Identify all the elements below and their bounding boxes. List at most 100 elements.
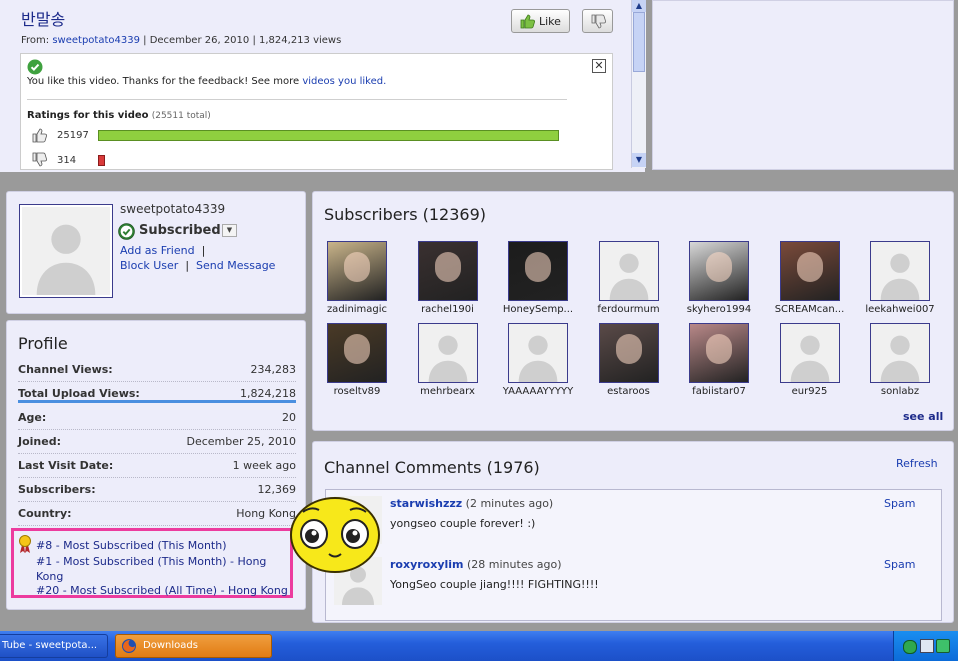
- subscriber-avatar[interactable]: [417, 323, 478, 383]
- comment-item: starwishzzz (2 minutes ago) yongseo coup…: [326, 490, 941, 550]
- add-friend-link[interactable]: Add as Friend: [120, 244, 195, 257]
- feedback-text: You like this video. Thanks for the feed…: [27, 76, 387, 87]
- subscriber-name-link[interactable]: eur925: [770, 386, 850, 397]
- subscriber-avatar[interactable]: [327, 241, 387, 301]
- subscriber-name-link[interactable]: SCREAMcan...: [770, 304, 850, 315]
- spam-link[interactable]: Spam: [884, 558, 915, 571]
- tray-green-icon[interactable]: [903, 640, 917, 654]
- channel-avatar[interactable]: [19, 204, 113, 298]
- subscriber-name-link[interactable]: zadinimagic: [317, 304, 397, 315]
- subscribed-label: Subscribed: [139, 223, 221, 238]
- tray-network-icon[interactable]: [920, 639, 934, 653]
- subscriber-name-link[interactable]: ferdourmum: [589, 304, 669, 315]
- check-icon: [27, 59, 43, 75]
- subscriber-name-link[interactable]: roseltv89: [317, 386, 397, 397]
- profile-row-value: 1 week ago: [232, 459, 296, 472]
- subscriber-name-link[interactable]: HoneySemp...: [498, 304, 578, 315]
- cute-face-sticker-icon: [290, 497, 380, 573]
- profile-row-value: 234,283: [250, 363, 297, 376]
- taskbar-item-youtube[interactable]: Tube - sweetpota...: [0, 634, 108, 658]
- profile-row-key: Subscribers:: [18, 483, 96, 496]
- profile-row-value: 20: [282, 411, 296, 424]
- right-top-panel: [652, 0, 954, 170]
- profile-row: Joined: December 25, 2010: [18, 430, 296, 454]
- divider: [27, 99, 567, 100]
- taskbar-item-downloads[interactable]: Downloads: [115, 634, 272, 658]
- subscriber-name-link[interactable]: leekahwei007: [860, 304, 940, 315]
- profile-row: Subscribers: 12,369: [18, 478, 296, 502]
- dislikes-count: 314: [57, 155, 77, 166]
- subscriber-avatar[interactable]: [598, 323, 659, 383]
- channel-actions-row1: Add as Friend |: [120, 244, 206, 257]
- subscriber-name-link[interactable]: fabiistar07: [679, 386, 759, 397]
- profile-row: Country: Hong Kong: [18, 502, 296, 526]
- thumbs-down-icon: [591, 14, 606, 29]
- profile-row: Last Visit Date: 1 week ago: [18, 454, 296, 478]
- default-avatar-icon: [22, 207, 110, 295]
- subscriber-photo: [706, 334, 732, 364]
- subscriber-avatar[interactable]: [689, 241, 749, 301]
- comments-heading: Channel Comments (1976): [324, 458, 540, 477]
- subscriber-avatar[interactable]: [327, 323, 387, 383]
- dislike-button[interactable]: [582, 9, 613, 33]
- comment-text: yongseo couple forever! :): [390, 517, 536, 530]
- send-message-link[interactable]: Send Message: [196, 259, 275, 272]
- scroll-down-arrow[interactable]: ▼: [632, 153, 646, 167]
- profile-box: Profile Channel Views: 234,283 Total Uploa…: [6, 320, 306, 610]
- subscriber-avatar[interactable]: [689, 323, 749, 383]
- firefox-icon: [122, 639, 136, 653]
- spam-link[interactable]: Spam: [884, 497, 915, 510]
- refresh-link[interactable]: Refresh: [896, 457, 938, 470]
- close-icon[interactable]: ✕: [592, 59, 606, 73]
- uploader-link[interactable]: sweetpotato4339: [52, 35, 140, 46]
- videos-liked-link[interactable]: videos you liked.: [302, 76, 386, 87]
- block-user-link[interactable]: Block User: [120, 259, 178, 272]
- scrollbar[interactable]: ▲ ▼: [631, 0, 646, 168]
- subscribed-check-icon: [118, 223, 135, 240]
- chevron-down-icon[interactable]: ▼: [222, 224, 237, 237]
- comment-user-link[interactable]: roxyroxylim: [390, 558, 464, 571]
- upload-views-underline: [18, 400, 296, 403]
- subscriber-avatar[interactable]: [508, 241, 568, 301]
- feedback-box: You like this video. Thanks for the feed…: [20, 53, 613, 170]
- like-button[interactable]: Like: [511, 9, 570, 33]
- subscriber-avatar[interactable]: [779, 323, 840, 383]
- subscriber-name-link[interactable]: sonlabz: [860, 386, 940, 397]
- subscriber-avatar[interactable]: [870, 323, 930, 383]
- tray-shield-icon[interactable]: [936, 639, 950, 653]
- comments-list: starwishzzz (2 minutes ago) yongseo coup…: [325, 489, 942, 621]
- subscribers-box: Subscribers (12369) zadinimagic rachel190…: [312, 191, 954, 431]
- thumbs-up-icon: [520, 14, 535, 29]
- subscriber-name-link[interactable]: YAAAAAYYYYY: [498, 386, 578, 397]
- subscriber-photo: [706, 252, 732, 282]
- scroll-thumb[interactable]: [633, 12, 645, 72]
- subscriber-avatar[interactable]: [508, 323, 568, 383]
- subscriber-name-link[interactable]: mehrbearx: [408, 386, 488, 397]
- subscriber-avatar[interactable]: [598, 241, 659, 301]
- profile-row-value: December 25, 2010: [186, 435, 296, 448]
- profile-heading: Profile: [18, 334, 68, 353]
- see-all-link[interactable]: see all: [903, 410, 943, 423]
- profile-row-key: Joined:: [18, 435, 61, 448]
- subscriber-name-link[interactable]: skyhero1994: [679, 304, 759, 315]
- subscriber-avatar[interactable]: [870, 241, 930, 301]
- subscriber-photo: [344, 252, 370, 282]
- video-meta: From: sweetpotato4339 | December 26, 201…: [21, 35, 342, 46]
- comment-time: (2 minutes ago): [465, 497, 554, 510]
- subscriber-name-link[interactable]: rachel190i: [408, 304, 488, 315]
- subscriber-avatar[interactable]: [417, 241, 478, 301]
- system-tray: [893, 631, 958, 661]
- video-info-panel: 반말송 From: sweetpotato4339 | December 26,…: [0, 0, 646, 172]
- profile-row-divider: [18, 525, 296, 526]
- comment-header: starwishzzz (2 minutes ago): [390, 497, 553, 510]
- subscriber-name-link[interactable]: estaroos: [589, 386, 669, 397]
- comment-user-link[interactable]: starwishzzz: [390, 497, 462, 510]
- comment-header: roxyroxylim (28 minutes ago): [390, 558, 562, 571]
- scroll-up-arrow[interactable]: ▲: [632, 0, 646, 12]
- profile-row-key: Total Upload Views:: [18, 387, 140, 400]
- likes-bar-track: [98, 130, 565, 141]
- subscribers-heading: Subscribers (12369): [324, 205, 486, 224]
- subscriber-avatar[interactable]: [779, 241, 840, 301]
- profile-row-key: Age:: [18, 411, 47, 424]
- profile-row-key: Country:: [18, 507, 72, 520]
